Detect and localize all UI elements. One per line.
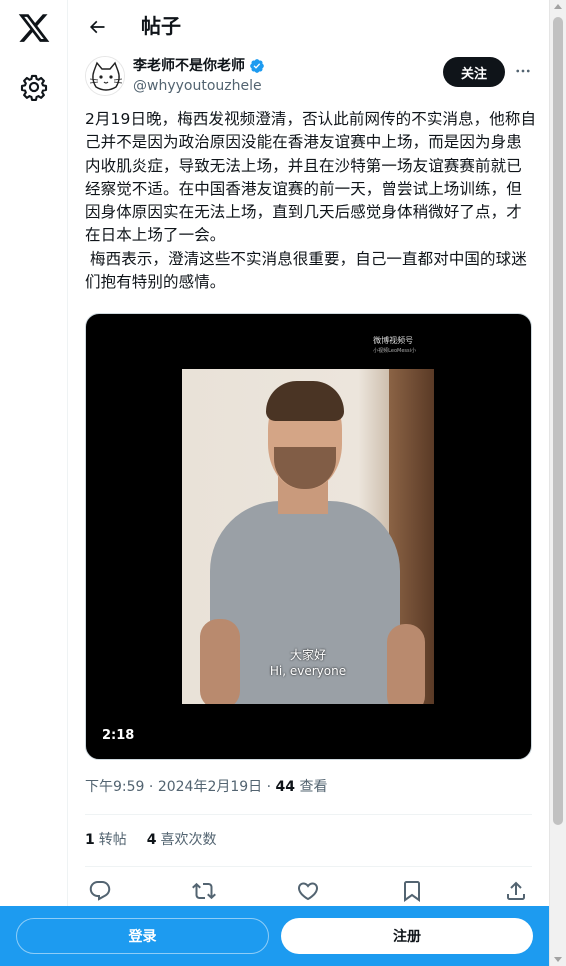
follow-button[interactable]: 关注 — [443, 57, 505, 87]
reply-icon[interactable] — [88, 879, 112, 903]
x-logo-icon[interactable] — [17, 11, 51, 45]
views-label: 查看 — [299, 779, 328, 795]
user-handle[interactable]: @whyyoutouzhele — [133, 77, 262, 95]
back-button[interactable] — [83, 13, 111, 41]
tweet-stats: 1 转帖 4 喜欢次数 — [85, 830, 217, 850]
views-count: 44 — [275, 779, 296, 795]
retweets-stat[interactable]: 1 转帖 — [85, 830, 127, 850]
page-header: 帖子 — [69, 0, 549, 54]
back-arrow-icon — [89, 20, 105, 34]
bottom-auth-bar: 登录 注册 — [0, 906, 549, 966]
retweet-icon[interactable] — [192, 879, 216, 903]
more-icon — [516, 69, 530, 73]
likes-stat[interactable]: 4 喜欢次数 — [147, 830, 217, 850]
left-nav — [0, 0, 68, 966]
cat-avatar-icon — [86, 57, 124, 95]
display-name[interactable]: 李老师不是你老师 — [133, 56, 245, 76]
gear-icon[interactable] — [20, 73, 48, 101]
avatar[interactable] — [85, 56, 125, 96]
scroll-down-arrow-icon[interactable] — [554, 957, 562, 962]
scroll-thumb[interactable] — [553, 17, 563, 825]
watermark-text: 微博视频号 — [373, 336, 414, 345]
retweets-count: 1 — [85, 832, 95, 848]
tweet-author: 李老师不是你老师 @whyyoutouzhele 关注 — [85, 56, 535, 100]
verified-icon — [250, 59, 264, 73]
tweet-video[interactable]: 微博视频号 小视频LeoMessi小 大家好 Hi, everyone 2:18 — [85, 313, 532, 760]
tweet-meta: 下午9:59 · 2024年2月19日 · 44 查看 — [85, 779, 328, 795]
tweet-date[interactable]: 2024年2月19日 — [158, 779, 262, 795]
more-button[interactable] — [512, 60, 534, 82]
likes-count: 4 — [146, 832, 157, 848]
tweet-time[interactable]: 下午9:59 — [85, 779, 144, 795]
divider — [85, 814, 532, 815]
tweet-text: 2月19日晚，梅西发视频澄清，否认此前网传的不实消息，他称自己并不是因为政治原因… — [85, 110, 537, 292]
likes-label: 喜欢次数 — [160, 832, 217, 848]
share-icon[interactable] — [504, 879, 528, 903]
page-title: 帖子 — [141, 14, 181, 38]
divider — [85, 866, 532, 867]
video-subtitle-zh: 大家好 — [289, 648, 326, 662]
login-button[interactable]: 登录 — [16, 918, 269, 954]
tweet-actions — [88, 879, 528, 903]
retweets-label: 转帖 — [98, 832, 127, 848]
watermark-subtext: 小视频LeoMessi小 — [373, 348, 416, 354]
bookmark-icon[interactable] — [400, 879, 424, 903]
video-duration: 2:18 — [96, 726, 141, 745]
scroll-up-arrow-icon[interactable] — [554, 4, 562, 9]
like-icon[interactable] — [296, 879, 320, 903]
video-watermark: 微博视频号 小视频LeoMessi小 — [373, 336, 416, 356]
app: 帖子 李老师不是你老师 @whyyoutouzhele 关注 2月19日晚，梅西… — [0, 0, 566, 966]
video-subtitle-en: Hi, everyone — [269, 664, 347, 678]
signup-button[interactable]: 注册 — [281, 918, 533, 954]
scrollbar[interactable] — [549, 0, 566, 966]
name-line: 李老师不是你老师 — [133, 56, 265, 76]
